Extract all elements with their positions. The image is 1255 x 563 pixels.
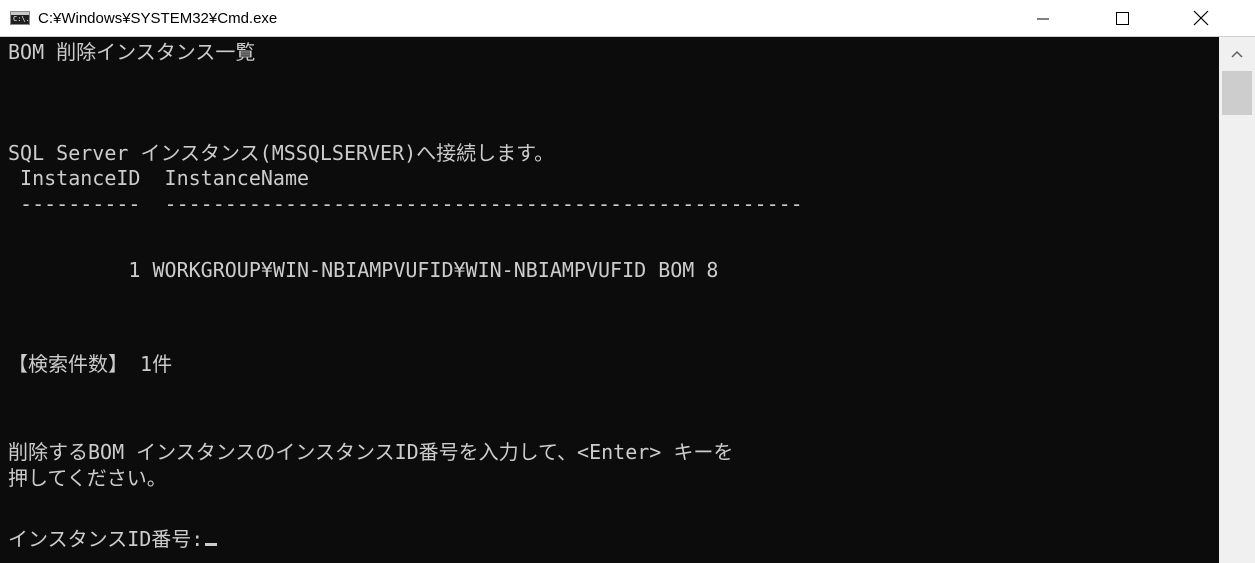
console-line-input[interactable]: インスタンスID番号: (8, 526, 218, 552)
console-line-table-header: InstanceID InstanceName (8, 166, 310, 190)
cmd-icon-label: C:\. (13, 15, 30, 23)
minimize-icon (1037, 18, 1049, 20)
console-line-prompt-1: 削除するBOM インスタンスのインスタンスID番号を入力して、<Enter> キ… (8, 440, 734, 464)
console-output[interactable]: BOM 削除インスタンス一覧 SQL Server インスタンス(MSSQLSE… (0, 37, 1219, 563)
scroll-thumb[interactable] (1222, 71, 1252, 115)
title-bar[interactable]: C:\. C:¥Windows¥SYSTEM32¥Cmd.exe (0, 0, 1255, 37)
console-line-table-row: 1 WORKGROUP¥WIN-NBIAMPVUFID¥WIN-NBIAMPVU… (8, 258, 719, 282)
window-title: C:¥Windows¥SYSTEM32¥Cmd.exe (38, 10, 278, 27)
console-line-connect: SQL Server インスタンス(MSSQLSERVER)へ接続します。 (8, 141, 555, 165)
maximize-button[interactable] (1093, 0, 1151, 37)
close-button[interactable] (1172, 0, 1230, 37)
text-cursor (205, 543, 218, 546)
close-icon (1193, 10, 1209, 26)
console-line-count: 【検索件数】 1件 (8, 352, 173, 376)
minimize-button[interactable] (1014, 0, 1072, 37)
console-line-prompt-2: 押してください。 (8, 466, 167, 490)
maximize-icon (1116, 12, 1129, 25)
scroll-up-arrow-icon (1231, 50, 1243, 58)
vertical-scrollbar[interactable] (1219, 37, 1255, 563)
input-prompt-label: インスタンスID番号: (8, 527, 204, 551)
scroll-up-button[interactable] (1219, 37, 1255, 71)
console-line-table-rule: ---------- -----------------------------… (8, 192, 803, 216)
cmd-icon[interactable]: C:\. (10, 11, 30, 25)
console-line-heading: BOM 削除インスタンス一覧 (8, 40, 256, 64)
